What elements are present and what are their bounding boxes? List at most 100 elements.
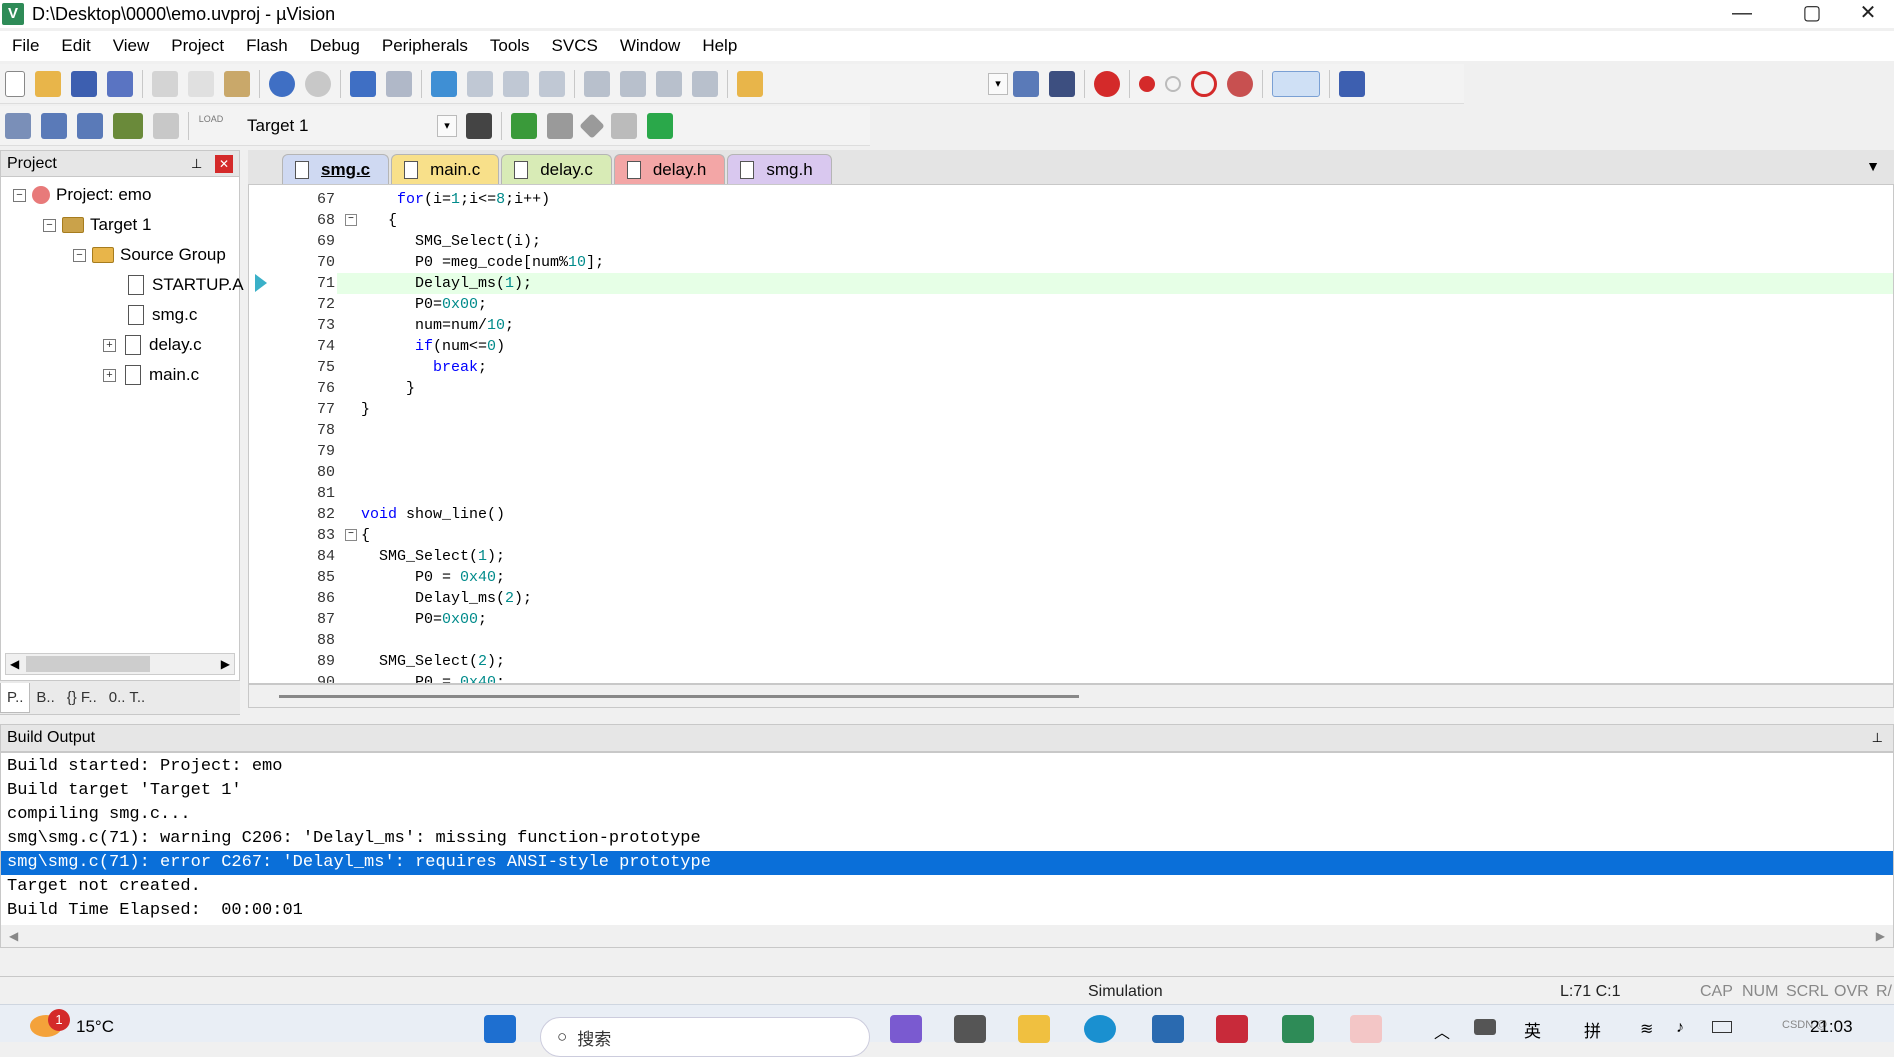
find-combo-dropdown[interactable]: ▾ <box>988 72 1008 95</box>
copilot-icon[interactable] <box>890 1015 922 1043</box>
cut-icon[interactable] <box>152 70 178 97</box>
tray-chevron-icon[interactable]: ︿ <box>1434 1019 1450 1043</box>
save-all-icon[interactable] <box>107 70 133 97</box>
build-output-line[interactable]: Build started: Project: emo <box>1 755 1893 779</box>
uvision-taskbar-icon[interactable] <box>1282 1015 1314 1043</box>
start-menu-icon[interactable] <box>484 1015 516 1043</box>
tab-functions[interactable]: {} F.. <box>61 683 103 713</box>
scroll-left-icon[interactable]: ◀ <box>10 654 19 674</box>
find-in-files-icon[interactable] <box>737 70 763 97</box>
tree-project-node[interactable]: − Project: emo <box>13 183 151 207</box>
menu-debug[interactable]: Debug <box>298 36 370 56</box>
maximize-button[interactable]: ▢ <box>1782 0 1842 28</box>
app-icon[interactable] <box>1350 1015 1382 1043</box>
build-output-line[interactable]: Target not created. <box>1 875 1893 899</box>
code-line[interactable]: 77} <box>273 399 1893 420</box>
new-file-icon[interactable] <box>5 70 25 97</box>
minimize-button[interactable]: — <box>1712 0 1772 28</box>
download-icon[interactable]: LOAD <box>198 113 224 139</box>
menu-tools[interactable]: Tools <box>478 36 540 56</box>
rebuild-icon[interactable] <box>77 112 103 139</box>
menu-edit[interactable]: Edit <box>49 36 100 56</box>
build-output-line[interactable]: smg\smg.c(71): error C267: 'Delayl_ms': … <box>1 851 1893 875</box>
code-editor[interactable]: 67 for(i=1;i<=8;i++) 68− {69 SMG_Select(i… <box>248 184 1894 684</box>
start-debug-icon[interactable] <box>1094 70 1120 97</box>
fold-toggle-icon[interactable]: − <box>345 214 357 226</box>
code-line[interactable]: 80 <box>273 462 1893 483</box>
menu-project[interactable]: Project <box>159 36 234 56</box>
tab-project[interactable]: P.. <box>0 682 31 713</box>
bookmark-icon[interactable] <box>431 70 457 97</box>
uncomment-icon[interactable] <box>692 70 718 97</box>
clock[interactable]: 21:03 <box>1810 1017 1853 1037</box>
menu-window[interactable]: Window <box>608 36 690 56</box>
ime-mode[interactable]: 拼 <box>1584 1017 1601 1042</box>
menu-view[interactable]: View <box>101 36 160 56</box>
breakpoint-gutter[interactable] <box>249 185 273 683</box>
tab-smg-h[interactable]: smg.h <box>727 154 832 184</box>
store-icon[interactable] <box>1152 1015 1184 1043</box>
tab-delay-c[interactable]: delay.c <box>501 154 612 184</box>
kill-breakpoints-icon[interactable] <box>1227 70 1253 97</box>
menu-file[interactable]: File <box>0 36 49 56</box>
tree-hscrollbar[interactable]: ◀ ▶ <box>5 653 235 675</box>
pack-installer-icon[interactable] <box>611 112 637 139</box>
code-line[interactable]: 76 } <box>273 378 1893 399</box>
window-layout-icon[interactable] <box>1272 70 1320 97</box>
tab-list-dropdown-icon[interactable]: ▼ <box>1866 158 1880 174</box>
code-line[interactable]: 85 P0 = 0x40; <box>273 567 1893 588</box>
collapse-icon[interactable]: − <box>13 188 26 202</box>
incremental-find-icon[interactable] <box>1049 70 1075 97</box>
file-explorer-icon[interactable] <box>1018 1015 1050 1043</box>
redo-icon[interactable] <box>305 70 331 97</box>
scroll-left-icon[interactable]: ◀ <box>9 925 18 947</box>
configure-icon[interactable] <box>1339 70 1365 97</box>
tree-file-smg[interactable]: smg.c <box>125 303 197 327</box>
comment-icon[interactable] <box>656 70 682 97</box>
fold-toggle-icon[interactable]: − <box>345 529 357 541</box>
menu-help[interactable]: Help <box>690 36 747 56</box>
code-line[interactable]: 84 SMG_Select(1); <box>273 546 1893 567</box>
manage-rte-icon[interactable] <box>579 112 605 139</box>
close-button[interactable]: ✕ <box>1842 0 1894 28</box>
build-output-line[interactable]: compiling smg.c... <box>1 803 1893 827</box>
tree-file-startup[interactable]: STARTUP.A <box>125 273 244 297</box>
scroll-thumb[interactable] <box>26 656 150 672</box>
code-line[interactable]: 70 P0 =meg_code[num%10]; <box>273 252 1893 273</box>
code-line[interactable]: 71 Delayl_ms(1); <box>317 273 1893 294</box>
stop-build-icon[interactable] <box>153 112 179 139</box>
chevron-down-icon[interactable]: ▾ <box>437 114 457 137</box>
unindent-icon[interactable] <box>620 70 646 97</box>
scroll-right-icon[interactable]: ▶ <box>221 654 230 674</box>
code-line[interactable]: 68− { <box>273 210 1893 231</box>
code-line[interactable]: 79 <box>273 441 1893 462</box>
translate-icon[interactable] <box>5 112 31 139</box>
code-line[interactable]: 75 break; <box>273 357 1893 378</box>
build-output-line[interactable]: Build Time Elapsed: 00:00:01 <box>1 899 1893 923</box>
menu-peripherals[interactable]: Peripherals <box>370 36 478 56</box>
build-output-panel[interactable]: Build started: Project: emo Build target … <box>0 752 1894 948</box>
tree-target-node[interactable]: − Target 1 <box>43 213 151 237</box>
tab-main-c[interactable]: main.c <box>391 154 500 184</box>
paste-icon[interactable] <box>224 70 250 97</box>
volume-icon[interactable]: ♪ <box>1676 1019 1684 1037</box>
edge-icon[interactable] <box>1084 1015 1116 1043</box>
code-line[interactable]: 73 num=num/10; <box>273 315 1893 336</box>
output-hscrollbar[interactable]: ◀ ▶ <box>1 925 1893 947</box>
tab-templates[interactable]: 0.. T.. <box>103 683 151 713</box>
editor-hscrollbar[interactable] <box>248 684 1894 708</box>
expand-icon[interactable]: + <box>103 368 116 382</box>
manage-project-items-icon[interactable] <box>511 112 537 139</box>
scroll-thumb[interactable] <box>279 695 1079 698</box>
save-icon[interactable] <box>71 70 97 97</box>
app-icon[interactable] <box>1216 1015 1248 1043</box>
taskbar-search[interactable]: ○ 搜索 <box>540 1017 870 1057</box>
target-options-icon[interactable] <box>466 112 492 139</box>
scroll-right-icon[interactable]: ▶ <box>1876 925 1885 947</box>
manage-multi-project-icon[interactable] <box>647 112 673 139</box>
navigate-back-icon[interactable] <box>350 70 376 97</box>
find-icon[interactable] <box>1013 70 1039 97</box>
code-line[interactable]: 72 P0=0x00; <box>273 294 1893 315</box>
disable-breakpoints-icon[interactable] <box>1191 70 1217 97</box>
open-file-icon[interactable] <box>35 70 61 97</box>
